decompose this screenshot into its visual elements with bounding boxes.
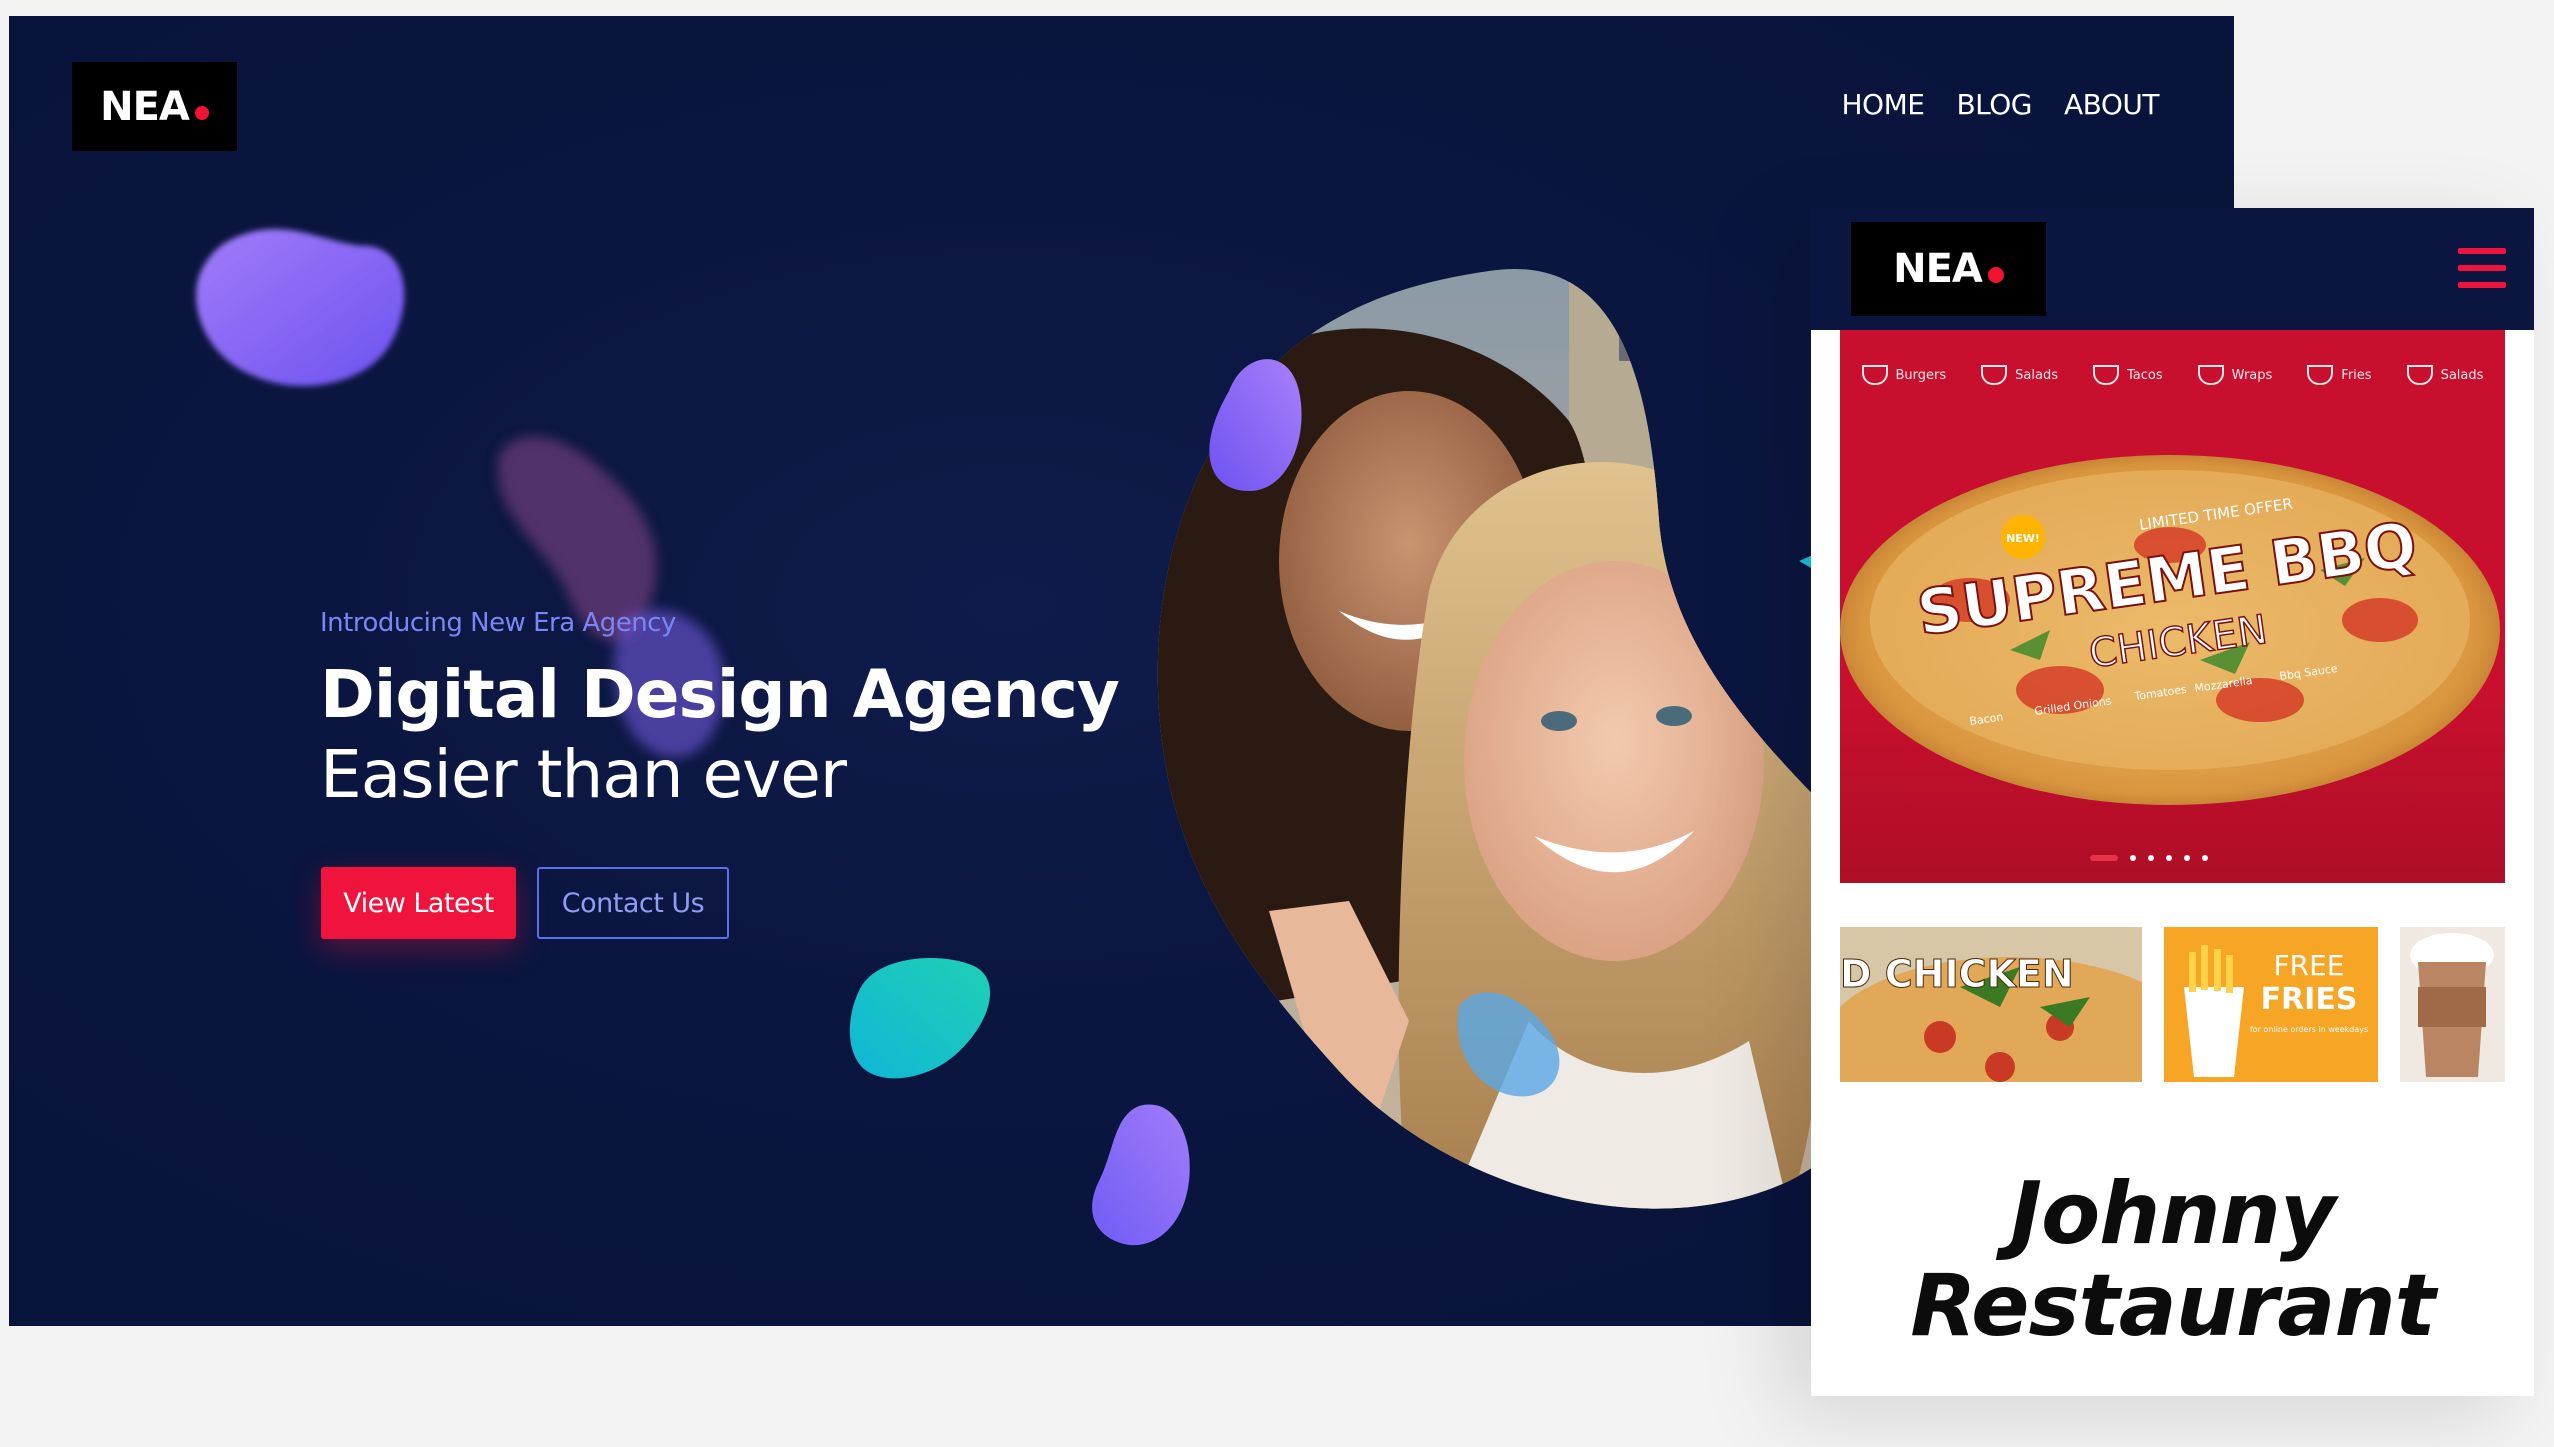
blob-purple-large (196, 229, 405, 386)
desktop-logo[interactable]: NEA (72, 62, 237, 151)
promo-banner[interactable]: Burgers Salads Tacos Wraps Fries Salads (1840, 330, 2505, 883)
svg-text:NEW!: NEW! (2006, 532, 2040, 545)
logo-text: NEA (100, 83, 190, 130)
restaurant-title: Johnny Restaurant (1811, 1168, 2534, 1352)
svg-text:FREE: FREE (2274, 949, 2345, 982)
slider-dots[interactable] (2090, 855, 2208, 861)
thumb-free-fries[interactable]: FREE FRIES for online orders in weekdays (2164, 927, 2378, 1082)
mobile-logo[interactable]: NEA (1851, 222, 2046, 316)
hamburger-menu-icon[interactable] (2458, 248, 2506, 288)
nav-blog[interactable]: BLOG (1956, 88, 2032, 121)
hero-headline: Digital Design Agency (320, 656, 1120, 733)
restaurant-title-line-1: Johnny (2010, 1164, 2336, 1264)
nav-home[interactable]: HOME (1841, 88, 1924, 121)
mobile-mockup: NEA Burgers Salads Tacos Wraps Fries Sal… (1811, 208, 2534, 1396)
thumb-drink[interactable] (2400, 927, 2505, 1082)
svg-text:FRIES: FRIES (2261, 982, 2358, 1017)
contact-us-button[interactable]: Contact Us (537, 867, 729, 939)
view-latest-button[interactable]: View Latest (321, 867, 516, 939)
nav-about[interactable]: ABOUT (2064, 88, 2160, 121)
hero-subline: Easier than ever (320, 736, 847, 813)
mobile-header: NEA (1811, 208, 2534, 330)
thumbnail-row: D CHICKEN FREE FRIES for online orders i… (1840, 927, 2505, 1082)
mobile-logo-text: NEA (1893, 246, 1983, 292)
blob-teal (849, 958, 991, 1079)
svg-text:for online orders in weekdays: for online orders in weekdays (2250, 1025, 2368, 1034)
mobile-logo-dot (1987, 267, 2004, 283)
logo-dot (194, 105, 209, 120)
hero-eyebrow: Introducing New Era Agency (320, 608, 676, 638)
svg-text:D CHICKEN: D CHICKEN (1840, 952, 2074, 996)
thumb-chicken-pizza[interactable]: D CHICKEN (1840, 927, 2142, 1082)
restaurant-title-line-2: Restaurant (1910, 1256, 2436, 1356)
main-nav: HOME BLOG ABOUT (1841, 88, 2159, 121)
